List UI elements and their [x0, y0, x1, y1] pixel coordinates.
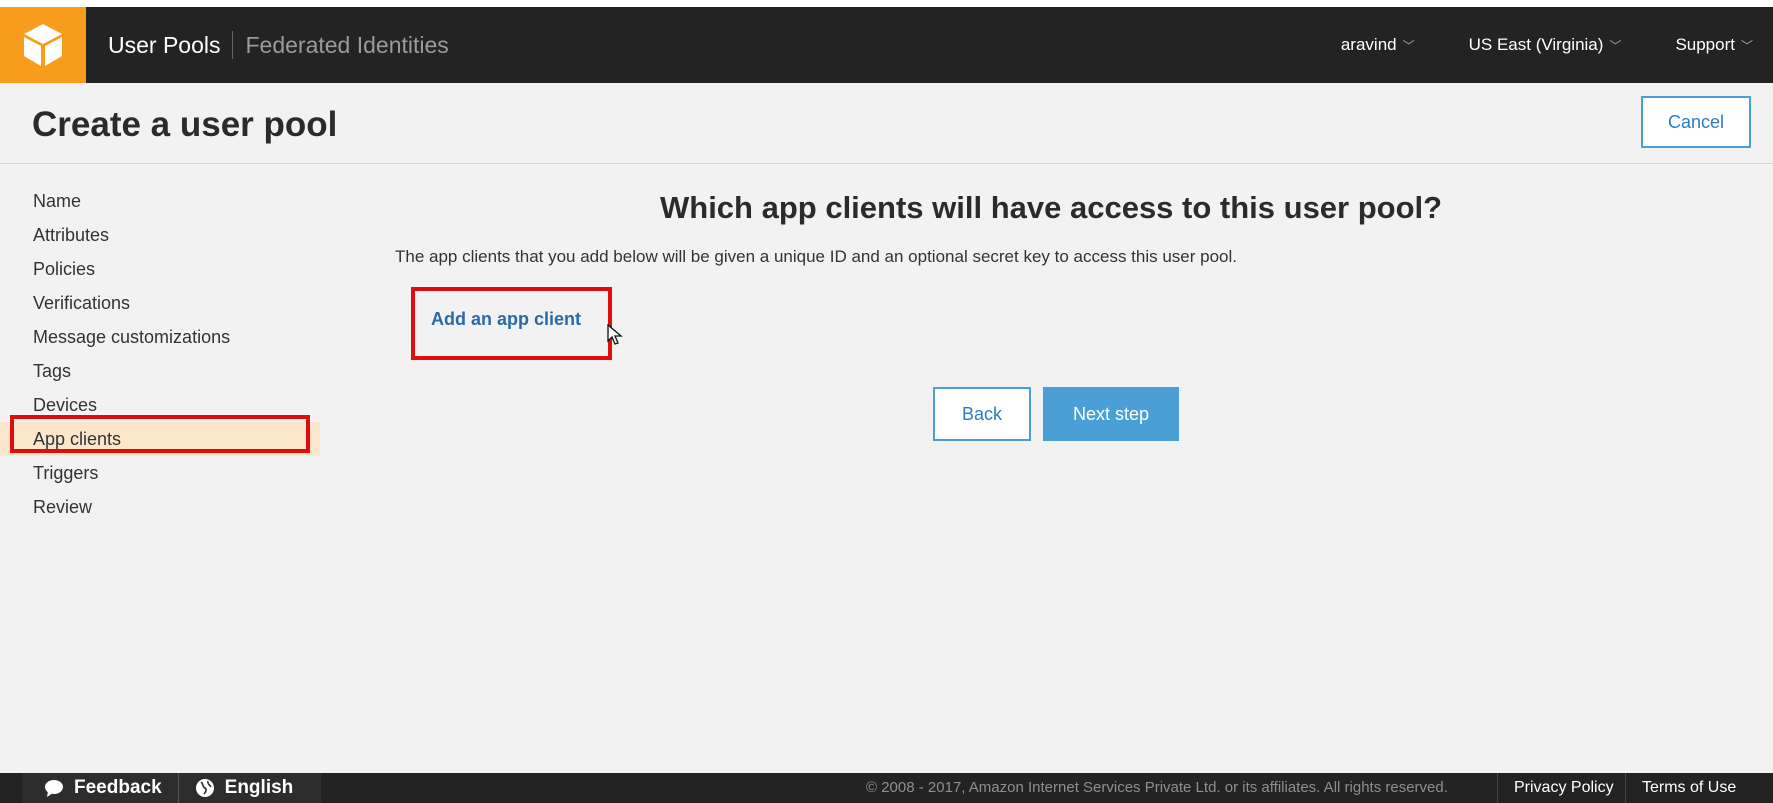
sidebar-item-devices[interactable]: Devices: [0, 388, 320, 422]
sidebar-item-policies[interactable]: Policies: [0, 252, 320, 286]
add-app-client-link[interactable]: Add an app client: [431, 309, 581, 330]
main-description: The app clients that you add below will …: [395, 247, 1238, 266]
region-menu-label: US East (Virginia): [1468, 35, 1604, 54]
sidebar-item-name[interactable]: Name: [0, 184, 320, 218]
speech-bubble-icon: [45, 780, 63, 797]
footer-bar: Feedback English © 2008 - 2017, Amazon I…: [0, 773, 1773, 803]
sidebar-item-app-clients[interactable]: App clients: [0, 422, 320, 456]
chevron-down-icon: ﹀: [1609, 38, 1622, 53]
copyright-text: © 2008 - 2017, Amazon Internet Services …: [866, 779, 1448, 796]
chevron-down-icon: ﹀: [1740, 38, 1753, 53]
sidebar-item-triggers[interactable]: Triggers: [0, 456, 320, 490]
user-menu-label: aravind: [1340, 35, 1397, 54]
privacy-policy-link[interactable]: Privacy Policy: [1497, 773, 1630, 803]
cancel-button[interactable]: Cancel: [1641, 96, 1751, 148]
sidebar-item-review[interactable]: Review: [0, 490, 320, 524]
feedback-button[interactable]: Feedback: [44, 777, 162, 799]
top-nav-bar: User Pools Federated Identities aravind …: [0, 7, 1773, 83]
nav-divider: [232, 31, 234, 59]
main-heading: Which app clients will have access to th…: [660, 190, 1443, 225]
aws-logo[interactable]: [0, 7, 86, 83]
next-step-button[interactable]: Next step: [1043, 387, 1179, 441]
language-selector[interactable]: English: [195, 777, 294, 799]
mouse-pointer-icon: [607, 323, 623, 352]
footer-left-group: Feedback English: [22, 773, 322, 803]
support-menu-label: Support: [1675, 35, 1735, 54]
globe-icon: [195, 779, 214, 797]
sidebar-item-message-customizations[interactable]: Message customizations: [0, 320, 320, 354]
feedback-label: Feedback: [74, 777, 162, 798]
language-label: English: [224, 777, 294, 798]
aws-cube-icon: [24, 24, 62, 66]
user-pools-nav[interactable]: User Pools: [108, 32, 220, 59]
terms-of-use-link[interactable]: Terms of Use: [1625, 773, 1755, 803]
chevron-down-icon: ﹀: [1402, 38, 1415, 53]
footer-divider: [177, 773, 179, 803]
content-area: Name Attributes Policies Verifications M…: [0, 164, 1773, 774]
back-button[interactable]: Back: [933, 387, 1031, 441]
federated-identities-nav[interactable]: Federated Identities: [245, 32, 448, 59]
sidebar-item-verifications[interactable]: Verifications: [0, 286, 320, 320]
sidebar-item-tags[interactable]: Tags: [0, 354, 320, 388]
page-header: Create a user pool Cancel: [0, 83, 1773, 164]
wizard-sidebar: Name Attributes Policies Verifications M…: [0, 184, 320, 524]
sidebar-item-attributes[interactable]: Attributes: [0, 218, 320, 252]
page-title: Create a user pool: [32, 105, 338, 144]
support-menu[interactable]: Support ﹀: [1675, 35, 1753, 55]
user-menu[interactable]: aravind ﹀: [1341, 35, 1415, 55]
region-menu[interactable]: US East (Virginia) ﹀: [1469, 35, 1622, 55]
